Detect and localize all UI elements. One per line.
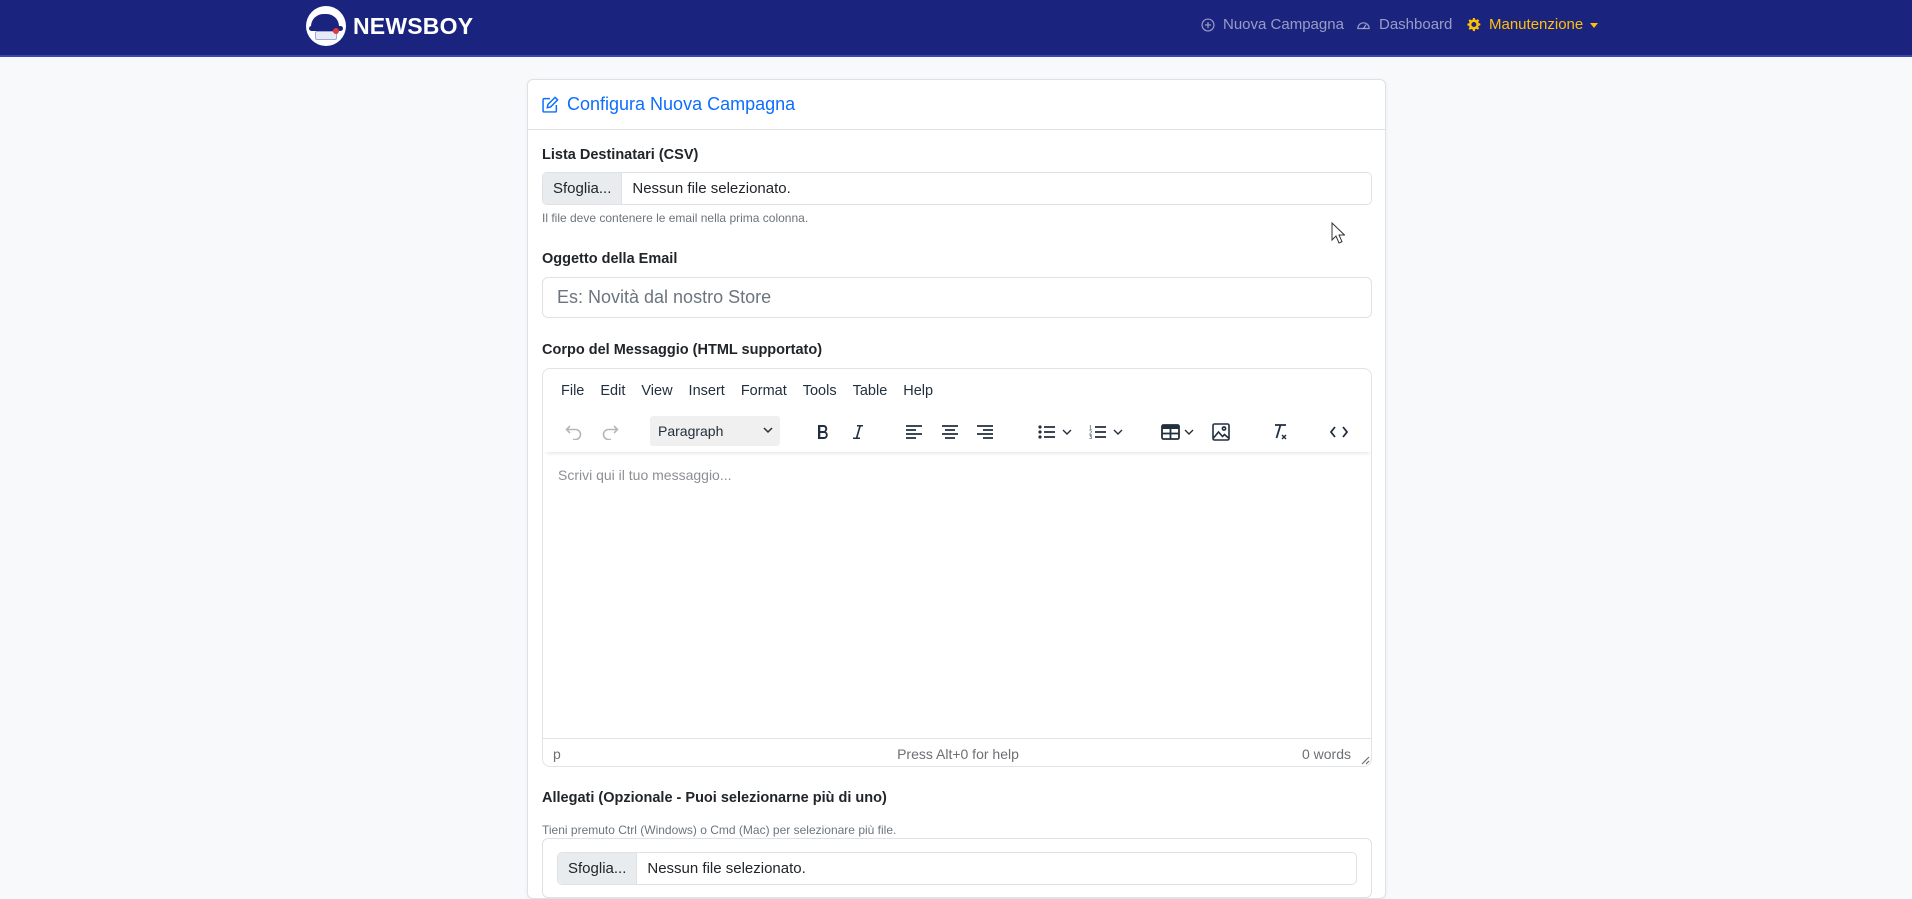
italic-button[interactable]: [843, 416, 873, 448]
menu-insert[interactable]: Insert: [681, 383, 733, 399]
recipients-help-text: Il file deve contenere le email nella pr…: [542, 211, 809, 225]
redo-button[interactable]: [595, 416, 625, 448]
align-center-icon: [942, 425, 958, 439]
newsboy-logo-icon: [306, 6, 346, 46]
bullet-list-button[interactable]: [1033, 416, 1077, 448]
attachments-browse-button[interactable]: Sfoglia...: [558, 853, 638, 884]
subject-label: Oggetto della Email: [542, 251, 678, 267]
table-button[interactable]: [1157, 416, 1197, 448]
subject-input[interactable]: [542, 277, 1372, 318]
brand[interactable]: NEWSBOY: [306, 6, 473, 46]
menu-file[interactable]: File: [553, 383, 592, 399]
nav-dashboard[interactable]: Dashboard: [1356, 16, 1452, 33]
editor-menubar: File Edit View Insert Format Tools Table…: [553, 374, 941, 408]
brand-name: NEWSBOY: [353, 12, 474, 39]
align-right-button[interactable]: [970, 416, 1000, 448]
word-count[interactable]: 0 words: [1302, 746, 1351, 762]
align-center-button[interactable]: [935, 416, 965, 448]
nav-manutenzione-dropdown[interactable]: Manutenzione: [1466, 16, 1599, 33]
recipients-file-input[interactable]: Sfoglia... Nessun file selezionato.: [542, 172, 1372, 205]
attachments-container: Sfoglia... Nessun file selezionato.: [542, 838, 1372, 898]
align-left-button[interactable]: [899, 416, 929, 448]
nav-dashboard-label: Dashboard: [1379, 16, 1453, 33]
caret-down-icon: [1590, 22, 1599, 28]
chevron-down-icon: [1184, 429, 1193, 435]
table-icon: [1160, 424, 1180, 440]
attachments-help-text: Tieni premuto Ctrl (Windows) o Cmd (Mac)…: [542, 823, 897, 837]
insert-image-button[interactable]: [1206, 416, 1236, 448]
menu-table[interactable]: Table: [845, 383, 896, 399]
attachments-file-status: Nessun file selezionato.: [647, 860, 806, 877]
editor-placeholder: Scrivi qui il tuo messaggio...: [558, 467, 732, 483]
undo-icon: [565, 425, 582, 440]
attachments-file-input[interactable]: Sfoglia... Nessun file selezionato.: [557, 852, 1357, 885]
editor-content-area[interactable]: Scrivi qui il tuo messaggio...: [543, 454, 1371, 738]
card-header: Configura Nuova Campagna: [528, 80, 1385, 130]
card-title: Configura Nuova Campagna: [567, 94, 796, 114]
menu-tools[interactable]: Tools: [795, 383, 845, 399]
nav-manutenzione-label: Manutenzione: [1489, 16, 1584, 33]
speedometer-icon: [1357, 21, 1370, 29]
italic-icon: [853, 425, 863, 439]
nav-nuova-campagna[interactable]: Nuova Campagna: [1201, 16, 1344, 33]
editor-toolbar: Paragraph 123: [543, 412, 1371, 452]
menu-view[interactable]: View: [633, 383, 680, 399]
clear-formatting-icon: [1275, 424, 1287, 440]
image-icon: [1212, 423, 1230, 441]
block-format-select[interactable]: Paragraph: [650, 416, 780, 446]
menu-help[interactable]: Help: [895, 383, 941, 399]
plus-circle-icon: [1201, 17, 1215, 32]
chevron-down-icon: [1113, 429, 1123, 435]
attachments-label: Allegati (Opzionale - Puoi selezionarne …: [542, 790, 887, 806]
svg-text:3: 3: [1089, 435, 1092, 439]
edit-icon: [542, 96, 559, 113]
numbered-list-icon: 123: [1089, 426, 1106, 439]
rich-text-editor: File Edit View Insert Format Tools Table…: [542, 368, 1372, 767]
chevron-down-icon: [763, 427, 773, 434]
recipients-browse-button[interactable]: Sfoglia...: [543, 173, 623, 204]
mouse-cursor-icon: [1331, 222, 1345, 244]
clear-formatting-button[interactable]: [1265, 416, 1295, 448]
help-hint: Press Alt+0 for help: [897, 746, 1019, 762]
campaign-form-card: Configura Nuova Campagna Lista Destinata…: [527, 79, 1386, 899]
top-navbar: NEWSBOY Nuova Campagna Dashboard Manuten…: [0, 0, 1912, 57]
code-icon: [1330, 426, 1348, 438]
menu-format[interactable]: Format: [733, 383, 795, 399]
nav-nuova-campagna-label: Nuova Campagna: [1223, 16, 1344, 33]
bold-icon: [818, 425, 828, 439]
block-format-value: Paragraph: [658, 423, 724, 439]
body-label: Corpo del Messaggio (HTML supportato): [542, 342, 823, 358]
bold-button[interactable]: [808, 416, 838, 448]
chevron-down-icon: [1062, 429, 1072, 435]
recipients-label: Lista Destinatari (CSV): [542, 147, 699, 163]
redo-icon: [602, 425, 619, 440]
gear-icon: [1467, 17, 1481, 32]
align-left-icon: [906, 425, 922, 439]
numbered-list-button[interactable]: 123: [1084, 416, 1128, 448]
menu-edit[interactable]: Edit: [592, 383, 633, 399]
resize-handle-icon[interactable]: [1360, 755, 1370, 765]
undo-button[interactable]: [559, 416, 589, 448]
bullet-list-icon: [1038, 425, 1055, 439]
recipients-file-status: Nessun file selezionato.: [632, 180, 791, 197]
editor-statusbar: p Press Alt+0 for help 0 words: [543, 738, 1371, 766]
source-code-button[interactable]: [1324, 416, 1354, 448]
align-right-icon: [977, 425, 993, 439]
